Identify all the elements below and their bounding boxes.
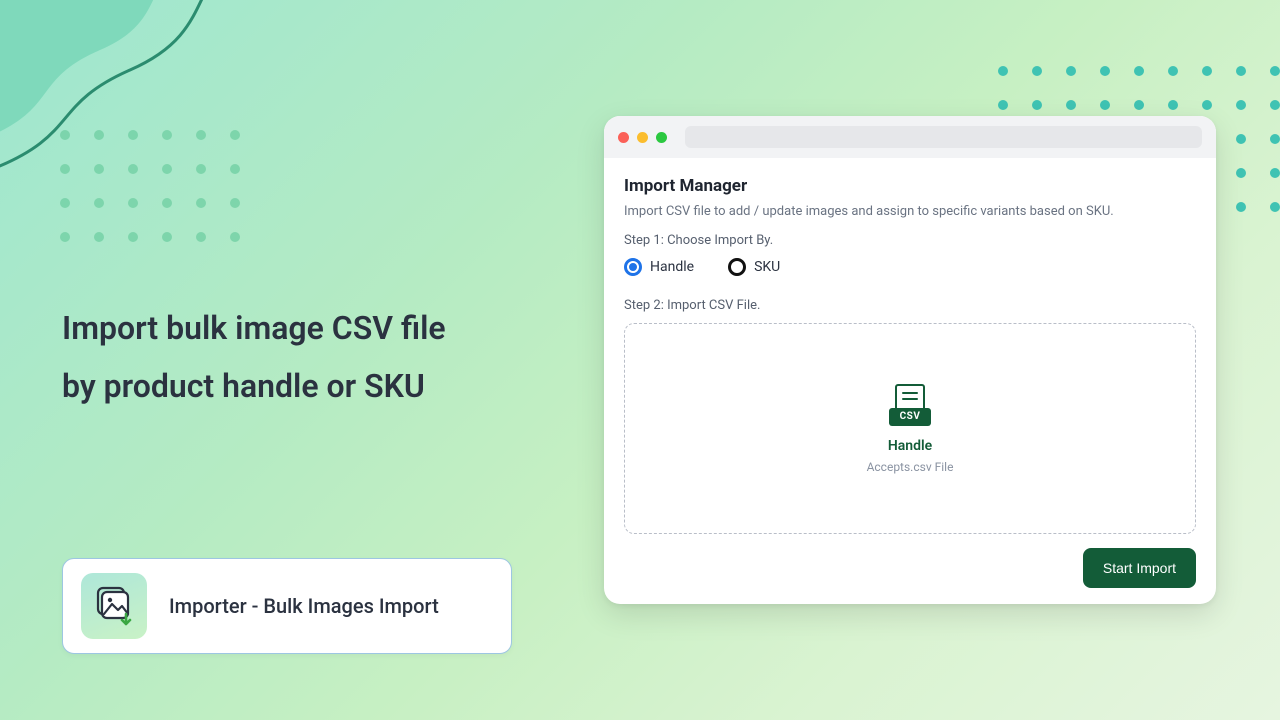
radio-sku[interactable]: SKU [728, 258, 780, 276]
hero-headline-line1: Import bulk image CSV file [62, 300, 562, 358]
csv-dropzone[interactable]: CSV Handle Accepts.csv File [624, 323, 1196, 534]
radio-sku-label: SKU [754, 259, 780, 275]
hero-headline: Import bulk image CSV file by product ha… [62, 300, 562, 415]
radio-sku-indicator [728, 258, 746, 276]
app-name: Importer - Bulk Images Import [169, 594, 439, 618]
decorative-dots-left [60, 130, 240, 242]
start-import-button[interactable]: Start Import [1083, 548, 1196, 588]
csv-file-icon: CSV [889, 384, 931, 426]
hero-headline-line2: by product handle or SKU [62, 358, 562, 416]
app-window: Import Manager Import CSV file to add / … [604, 116, 1216, 604]
radio-handle-label: Handle [650, 259, 694, 275]
window-actions: Start Import [624, 548, 1196, 588]
app-badge-card: Importer - Bulk Images Import [62, 558, 512, 654]
window-titlebar [604, 116, 1216, 158]
page-title: Import Manager [624, 176, 1196, 196]
traffic-lights [618, 132, 667, 143]
app-icon [81, 573, 147, 639]
step1-label: Step 1: Choose Import By. [624, 233, 1196, 248]
csv-badge: CSV [889, 408, 931, 426]
page-subtitle: Import CSV file to add / update images a… [624, 204, 1196, 219]
decorative-blob [0, 0, 260, 200]
minimize-icon[interactable] [637, 132, 648, 143]
address-bar[interactable] [685, 126, 1202, 148]
dropzone-title: Handle [888, 438, 932, 454]
step2-label: Step 2: Import CSV File. [624, 298, 1196, 313]
radio-handle-indicator [624, 258, 642, 276]
dropzone-subtitle: Accepts.csv File [867, 460, 954, 474]
maximize-icon[interactable] [656, 132, 667, 143]
window-body: Import Manager Import CSV file to add / … [604, 158, 1216, 604]
import-by-radios: Handle SKU [624, 258, 1196, 276]
close-icon[interactable] [618, 132, 629, 143]
radio-handle[interactable]: Handle [624, 258, 694, 276]
